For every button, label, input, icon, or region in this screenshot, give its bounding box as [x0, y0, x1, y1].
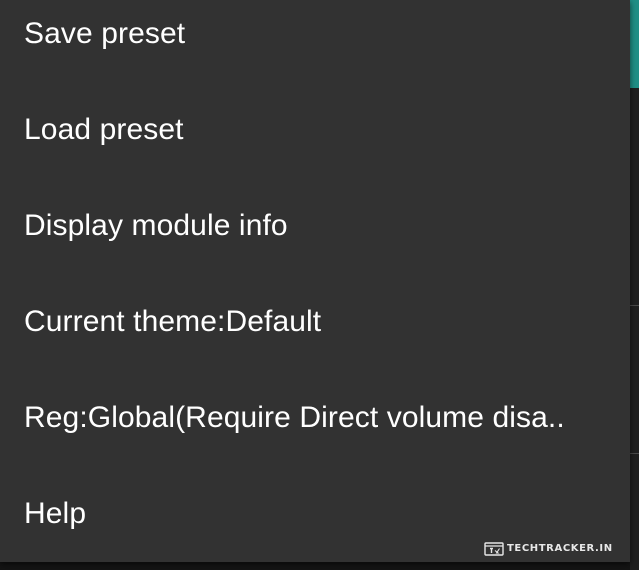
menu-item-label: Reg:Global(Require Direct volume disa..: [24, 401, 565, 434]
menu-item-save-preset[interactable]: Save preset: [0, 0, 630, 82]
menu-item-label: Save preset: [24, 17, 186, 50]
screen: Save preset Load preset Display module i…: [0, 0, 639, 570]
menu-item-label: Help: [24, 497, 87, 530]
menu-item-reg-global[interactable]: Reg:Global(Require Direct volume disa..: [0, 370, 630, 466]
watermark: TECHTRACKER.IN: [484, 541, 613, 557]
menu-item-label: Current theme:Default: [24, 305, 322, 338]
menu-item-current-theme[interactable]: Current theme:Default: [0, 274, 630, 370]
watermark-text: TECHTRACKER.IN: [507, 543, 613, 554]
menu-item-display-module-info[interactable]: Display module info: [0, 178, 630, 274]
background-accent-bar: [630, 0, 639, 88]
menu-item-load-preset[interactable]: Load preset: [0, 82, 630, 178]
menu-item-label: Display module info: [24, 209, 288, 242]
background-divider: [630, 453, 639, 454]
watermark-logo-icon: [484, 542, 504, 556]
background-divider: [630, 305, 639, 306]
menu-item-label: Load preset: [24, 113, 184, 146]
overflow-menu: Save preset Load preset Display module i…: [0, 0, 630, 562]
